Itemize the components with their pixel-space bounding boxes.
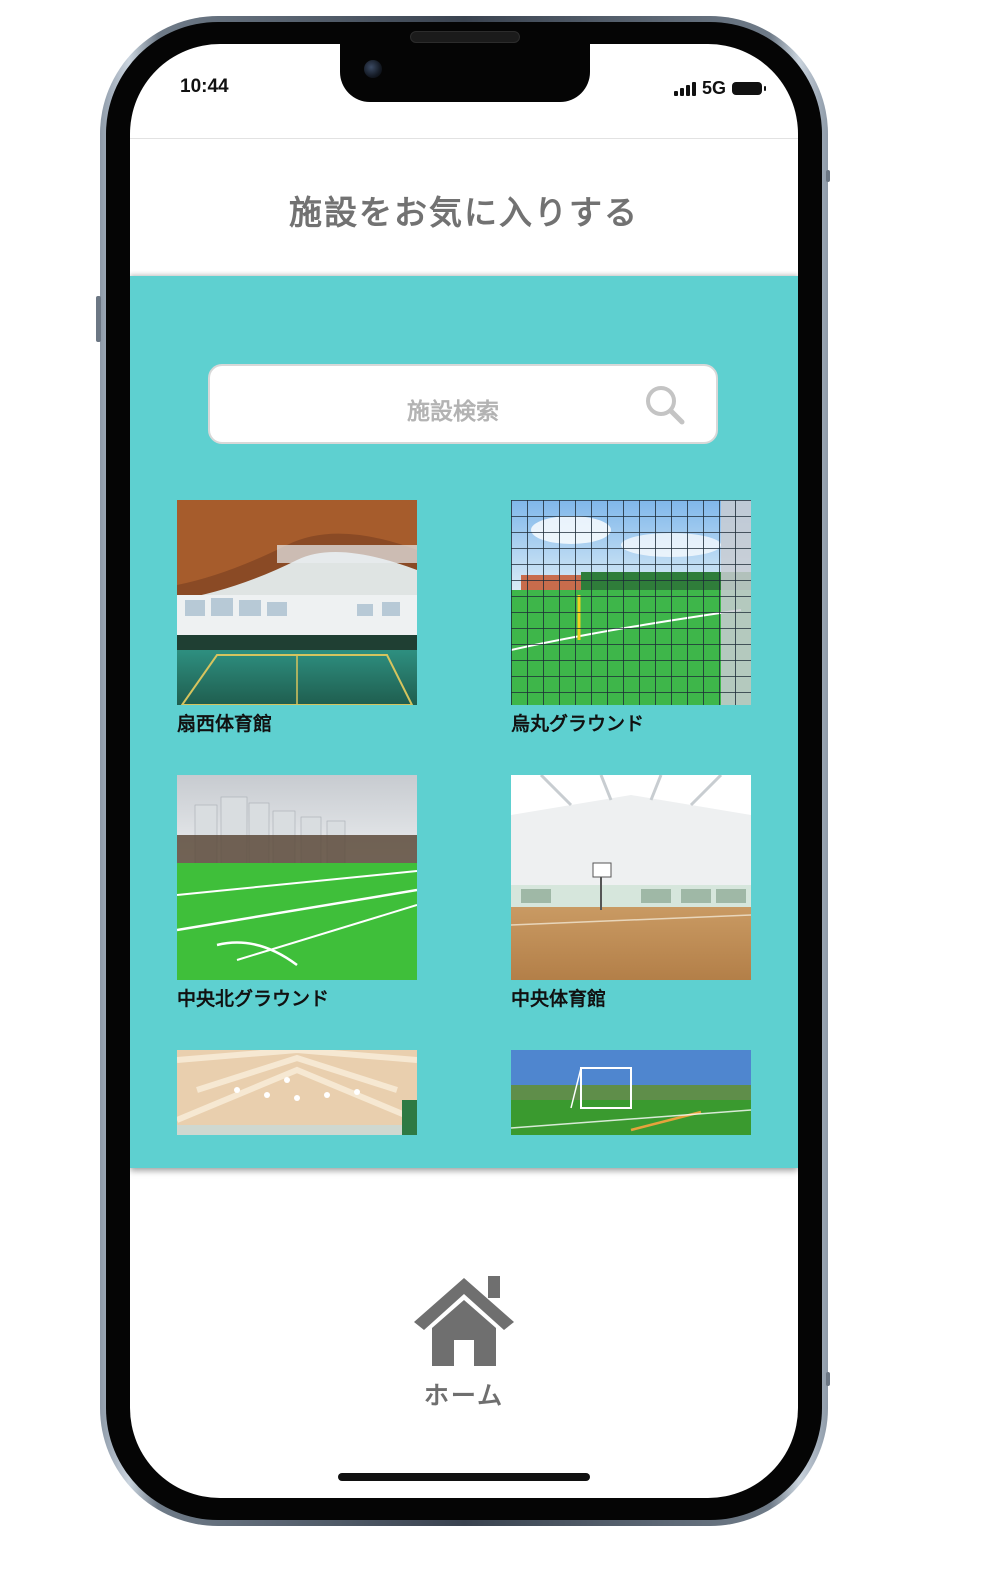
home-indicator[interactable] [338, 1473, 590, 1481]
search-placeholder: 施設検索 [407, 399, 499, 425]
home-nav-button[interactable]: ホーム [130, 1272, 798, 1412]
facility-name: 中央体育館 [511, 988, 607, 1010]
status-time: 10:44 [180, 76, 229, 97]
soccer-field-photo [177, 775, 417, 980]
battery-icon [732, 82, 766, 95]
speaker-grille [410, 31, 520, 43]
facility-card[interactable]: 扇西体育館 [177, 500, 417, 736]
search-input[interactable]: 施設検索 [208, 364, 718, 444]
facility-card[interactable]: 中央北グラウンド [177, 775, 417, 1011]
basketball-gym-photo [511, 775, 751, 980]
facility-name: 扇西体育館 [177, 713, 273, 735]
side-button-left [96, 296, 101, 342]
home-icon [414, 1276, 514, 1366]
indoor-gym-photo [177, 500, 417, 705]
soccer-goal-field-photo [511, 1050, 751, 1135]
search-icon[interactable] [644, 384, 686, 426]
soccer-field-net-photo [511, 500, 751, 705]
signal-icon [673, 81, 696, 96]
phone-mockup: 10:44 5G 施設をお気に入りする 施設検索 扇西体育館 烏丸グラウンド 中… [0, 0, 998, 1572]
front-camera [364, 60, 382, 78]
app-screen: 10:44 5G 施設をお気に入りする 施設検索 扇西体育館 烏丸グラウンド 中… [130, 44, 798, 1498]
facility-card[interactable]: 中央体育館 [511, 775, 751, 1011]
divider [130, 138, 798, 139]
side-button-right-low [826, 1372, 830, 1386]
facility-panel: 施設検索 扇西体育館 烏丸グラウンド 中央北グラウンド 中央体育館 [130, 276, 798, 1168]
side-button-right [826, 170, 830, 182]
home-label: ホーム [423, 1381, 505, 1410]
facility-name: 中央北グラウンド [177, 988, 330, 1010]
indoor-hall-photo [177, 1050, 417, 1135]
status-icons: 5G [673, 78, 766, 99]
facility-card[interactable] [511, 1050, 751, 1135]
facility-name: 烏丸グラウンド [511, 713, 645, 735]
page-title: 施設をお気に入りする [289, 193, 639, 232]
network-label: 5G [701, 78, 726, 98]
facility-card[interactable]: 烏丸グラウンド [511, 500, 751, 736]
facility-card[interactable] [177, 1050, 417, 1135]
